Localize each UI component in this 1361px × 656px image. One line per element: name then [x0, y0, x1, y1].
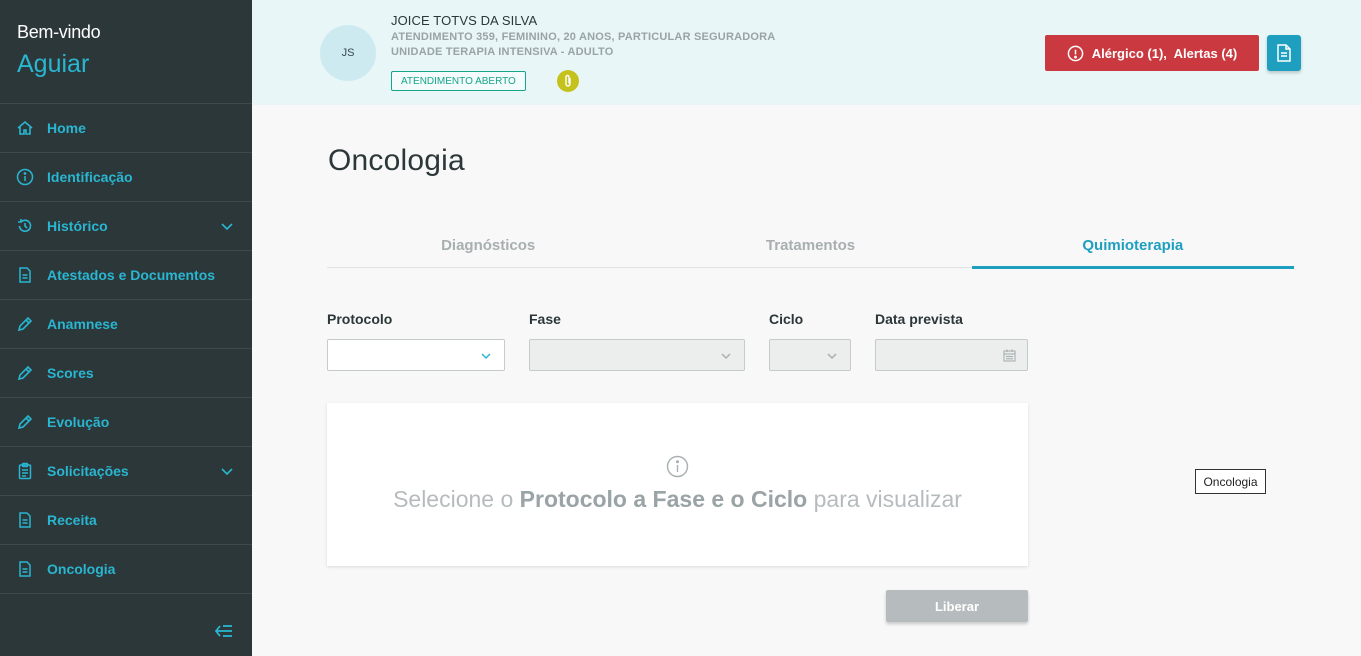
- document-icon: [16, 511, 34, 529]
- tab-quimioterapia[interactable]: Quimioterapia: [971, 225, 1295, 269]
- data-prevista-label: Data prevista: [875, 311, 963, 327]
- chevron-down-icon: [481, 353, 491, 360]
- sidebar-item-historico[interactable]: Histórico: [0, 202, 252, 251]
- sidebar-item-label: Solicitações: [47, 463, 129, 479]
- sidebar-menu: Home Identificação Histórico Atestados e…: [0, 103, 252, 594]
- sidebar: Bem-vindo Aguiar Home Identificação Hist…: [0, 0, 252, 656]
- fase-label: Fase: [529, 311, 561, 327]
- alerts-button[interactable]: Alérgico (1), Alertas (4): [1045, 35, 1259, 71]
- sidebar-item-label: Receita: [47, 512, 97, 528]
- ciclo-select[interactable]: [769, 339, 851, 371]
- page-title: Oncologia: [328, 144, 465, 177]
- chevron-down-icon[interactable]: [220, 464, 234, 478]
- status-badge: ATENDIMENTO ABERTO: [391, 71, 526, 91]
- empty-state-card: Selecione o Protocolo a Fase e o Ciclo p…: [327, 403, 1028, 566]
- tab-diagnosticos[interactable]: Diagnósticos: [327, 225, 649, 267]
- sidebar-item-label: Oncologia: [47, 561, 116, 577]
- patient-header: JS JOICE TOTVS DA SILVA ATENDIMENTO 359,…: [252, 0, 1361, 105]
- liberar-button[interactable]: Liberar: [886, 590, 1028, 622]
- sidebar-item-solicitacoes[interactable]: Solicitações: [0, 447, 252, 496]
- pencil-icon: [16, 364, 34, 382]
- ciclo-label: Ciclo: [769, 311, 804, 327]
- sidebar-item-anamnese[interactable]: Anamnese: [0, 300, 252, 349]
- collapse-sidebar-icon[interactable]: [214, 622, 234, 640]
- sidebar-item-receita[interactable]: Receita: [0, 496, 252, 545]
- avatar: JS: [320, 25, 376, 81]
- alert-icon: [1067, 45, 1084, 61]
- fase-select[interactable]: [529, 339, 745, 371]
- sidebar-item-oncologia[interactable]: Oncologia: [0, 545, 252, 594]
- home-icon: [16, 119, 34, 137]
- paperclip-icon: [565, 74, 571, 87]
- sidebar-item-home[interactable]: Home: [0, 104, 252, 153]
- chevron-down-icon: [827, 353, 837, 360]
- sidebar-item-label: Histórico: [47, 218, 108, 234]
- chevron-down-icon: [721, 353, 731, 360]
- clipboard-icon: [16, 462, 34, 480]
- tooltip: Oncologia: [1195, 469, 1266, 494]
- calendar-icon: [1003, 349, 1016, 362]
- info-icon: [16, 168, 34, 186]
- sidebar-item-identificacao[interactable]: Identificação: [0, 153, 252, 202]
- protocolo-label: Protocolo: [327, 311, 393, 327]
- alerts-label: Alérgico (1), Alertas (4): [1091, 45, 1238, 61]
- empty-state-message: Selecione o Protocolo a Fase e o Ciclo p…: [393, 486, 962, 512]
- sidebar-item-label: Scores: [47, 365, 94, 381]
- document-icon: [1277, 44, 1291, 62]
- patient-name: JOICE TOTVS DA SILVA: [391, 13, 538, 28]
- sidebar-item-scores[interactable]: Scores: [0, 349, 252, 398]
- data-prevista-field[interactable]: [875, 339, 1028, 371]
- pencil-icon: [16, 413, 34, 431]
- info-icon: [666, 455, 689, 478]
- document-icon: [16, 266, 34, 284]
- history-icon: [16, 217, 34, 235]
- chevron-down-icon[interactable]: [220, 219, 234, 233]
- patient-unit: UNIDADE TERAPIA INTENSIVA - ADULTO: [391, 46, 614, 58]
- sidebar-item-atestados[interactable]: Atestados e Documentos: [0, 251, 252, 300]
- sidebar-item-label: Home: [47, 120, 86, 136]
- tab-tratamentos[interactable]: Tratamentos: [649, 225, 971, 267]
- tab-bar: Diagnósticos Tratamentos Quimioterapia: [327, 225, 1295, 269]
- protocolo-select[interactable]: [327, 339, 505, 371]
- sidebar-item-evolucao[interactable]: Evolução: [0, 398, 252, 447]
- attachment-button[interactable]: [557, 70, 579, 92]
- sidebar-item-label: Atestados e Documentos: [47, 267, 216, 283]
- welcome-text: Bem-vindo: [17, 22, 101, 42]
- document-button[interactable]: [1267, 35, 1301, 71]
- user-name: Aguiar: [17, 50, 90, 78]
- document-icon: [16, 560, 34, 578]
- sidebar-item-label: Anamnese: [47, 316, 118, 332]
- pencil-icon: [16, 315, 34, 333]
- sidebar-item-label: Identificação: [47, 169, 133, 185]
- patient-info: ATENDIMENTO 359, FEMININO, 20 ANOS, PART…: [391, 31, 776, 43]
- sidebar-item-label: Evolução: [47, 414, 110, 430]
